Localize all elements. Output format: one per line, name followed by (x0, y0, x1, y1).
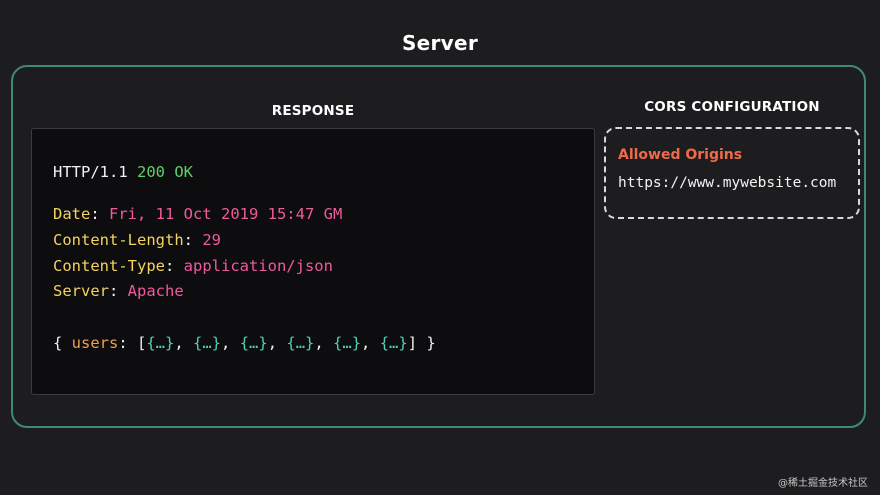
body-item: {…} (333, 334, 362, 352)
cors-config-box: Allowed Origins https://www.mywebsite.co… (604, 127, 860, 219)
header-key: Content-Length (53, 231, 184, 249)
response-code-panel: HTTP/1.1 200 OK Date: Fri, 11 Oct 2019 1… (31, 128, 595, 395)
cors-config-title: CORS CONFIGURATION (644, 99, 820, 115)
header-line-content-type: Content-Type: application/json (53, 257, 333, 275)
header-key: Content-Type (53, 257, 165, 275)
body-key-users: users (71, 334, 119, 352)
body-item: {…} (193, 334, 222, 352)
header-value: 29 (202, 231, 221, 249)
status-line: HTTP/1.1 200 OK (53, 163, 193, 181)
body-item: {…} (146, 334, 175, 352)
header-line-server: Server: Apache (53, 282, 184, 300)
watermark: @稀土掘金技术社区 (778, 478, 868, 489)
allowed-origins-value: https://www.mywebsite.com (618, 175, 837, 191)
header-line-content-length: Content-Length: 29 (53, 231, 221, 249)
body-item: {…} (286, 334, 315, 352)
allowed-origins-label: Allowed Origins (618, 147, 743, 163)
header-value: Fri, 11 Oct 2019 15:47 GM (109, 205, 343, 223)
header-key: Server (53, 282, 109, 300)
header-key: Date (53, 205, 91, 223)
response-title: RESPONSE (271, 103, 355, 119)
response-body-line: { users: [{…}, {…}, {…}, {…}, {…}, {…}] … (53, 334, 436, 352)
server-title: Server (401, 31, 479, 55)
body-item: {…} (239, 334, 268, 352)
header-line-date: Date: Fri, 11 Oct 2019 15:47 GM (53, 205, 343, 223)
status-protocol: HTTP/1.1 (53, 163, 128, 181)
header-value: Apache (127, 282, 184, 300)
header-value: application/json (183, 257, 333, 275)
status-code: 200 OK (137, 163, 193, 181)
body-item: {…} (379, 334, 408, 352)
